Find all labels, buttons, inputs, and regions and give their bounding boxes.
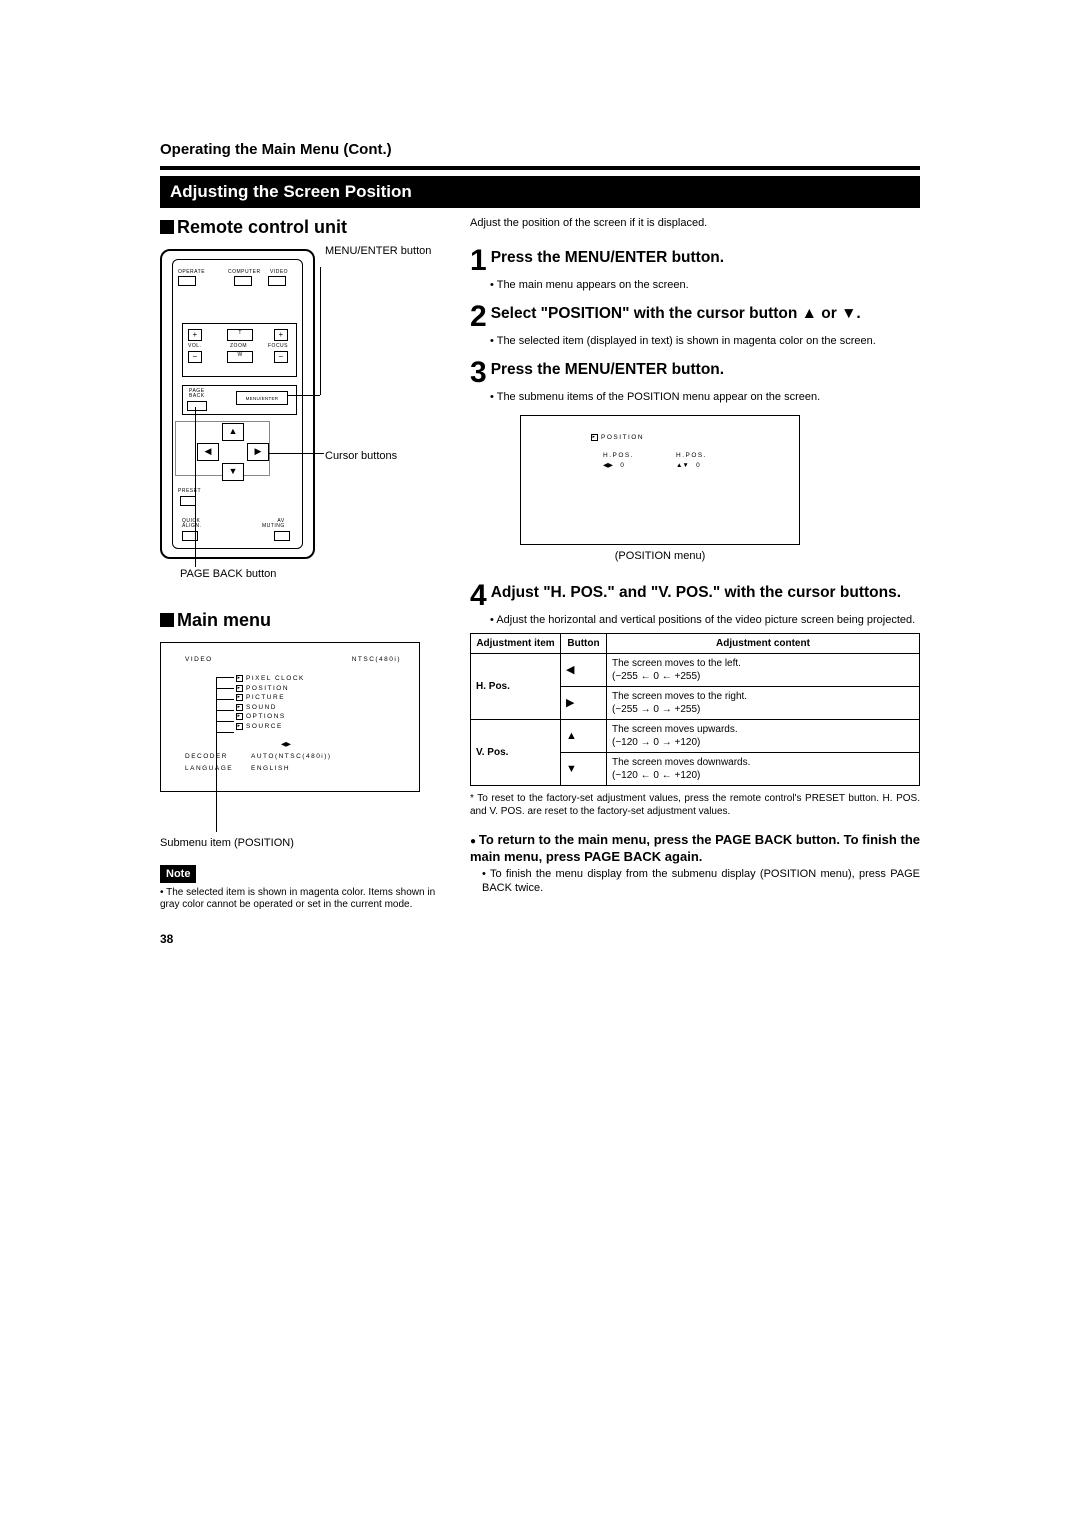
td-item: H. Pos.: [471, 654, 561, 720]
step-number: 3: [470, 358, 487, 388]
position-submenu-diagram: ▸POSITION H.POS. ◀▶ 0 H.POS. ▲▼ 0: [520, 415, 800, 545]
callout-cursor: Cursor buttons: [325, 449, 397, 463]
btn-menuenter: MENU/ENTER: [236, 391, 288, 405]
label-avmuting: AVMUTING: [262, 519, 285, 529]
label-preset: PRESET: [178, 488, 201, 495]
step-title: Press the MENU/ENTER button.: [491, 361, 724, 388]
label-quickalign: QUICKALIGN.: [182, 519, 201, 529]
td-content: The screen moves to the left. (−255 ← 0 …: [607, 654, 920, 687]
osd-item: PIXEL CLOCK: [246, 675, 305, 682]
remote-heading: Remote control unit: [160, 216, 450, 239]
step-number: 1: [470, 246, 487, 276]
th-button: Button: [561, 634, 607, 654]
btn-volminus: −: [188, 351, 202, 363]
btn-focusplus: +: [274, 329, 288, 341]
callout-menu-enter: MENU/ENTER button: [325, 245, 431, 258]
osd-header-left: VIDEO: [185, 656, 213, 664]
step-body: The selected item (displayed in text) is…: [490, 334, 920, 348]
return-body: To finish the menu display from the subm…: [482, 867, 920, 896]
page-number: 38: [160, 932, 920, 948]
td-btn: ◀: [561, 654, 607, 687]
btn-video: [268, 276, 286, 286]
btn-cursor-left: ◀: [197, 443, 219, 461]
osd-item: PICTURE: [246, 694, 285, 701]
step-title: Press the MENU/ENTER button.: [491, 249, 724, 276]
step-number: 4: [470, 581, 487, 611]
label-operate: OPERATE: [178, 269, 205, 276]
return-heading: To return to the main menu, press the PA…: [470, 832, 920, 866]
btn-operate: [178, 276, 196, 286]
label-pageback: PAGEBACK: [189, 389, 205, 399]
td-content: The screen moves upwards. (−120 → 0 → +1…: [607, 720, 920, 753]
th-content: Adjustment content: [607, 634, 920, 654]
note-label: Note: [160, 865, 196, 883]
adjustment-table: Adjustment item Button Adjustment conten…: [470, 633, 920, 786]
btn-computer: [234, 276, 252, 286]
osd-item: SOUND: [246, 704, 277, 711]
step-body: Adjust the horizontal and vertical posit…: [490, 613, 920, 627]
th-item: Adjustment item: [471, 634, 561, 654]
osd-language-value: ENGLISH: [251, 765, 290, 773]
osd-decoder-value: AUTO(NTSC(480i)): [251, 753, 332, 761]
callout-pageback: PAGE BACK button: [180, 567, 276, 581]
osd-header-right: NTSC(480i): [352, 656, 401, 664]
osd-item: POSITION: [246, 685, 289, 692]
note-text: • The selected item is shown in magenta …: [160, 887, 450, 912]
step-title: Select "POSITION" with the cursor button…: [491, 305, 861, 332]
step-body: The main menu appears on the screen.: [490, 278, 920, 292]
td-item: V. Pos.: [471, 720, 561, 786]
btn-cursor-up: ▲: [222, 423, 244, 441]
osd-arrows: ◀▶: [281, 741, 291, 749]
main-menu-osd: VIDEO NTSC(480i) ▸PIXEL CLOCK ▸POSITION …: [160, 642, 420, 792]
step-number: 2: [470, 302, 487, 332]
btn-zoom-w: W: [227, 351, 253, 363]
btn-pageback: [187, 401, 207, 411]
td-content: The screen moves downwards. (−120 ← 0 ← …: [607, 753, 920, 786]
td-btn: ▼: [561, 753, 607, 786]
osd-decoder-label: DECODER: [185, 753, 228, 761]
divider-stripe: [160, 166, 920, 170]
label-computer: COMPUTER: [228, 269, 261, 276]
osd-item: OPTIONS: [246, 713, 286, 720]
mainmenu-heading: Main menu: [160, 609, 450, 632]
label-vol: VOL.: [188, 343, 201, 350]
step-title: Adjust "H. POS." and "V. POS." with the …: [491, 584, 901, 611]
td-btn: ▶: [561, 687, 607, 720]
btn-focusminus: −: [274, 351, 288, 363]
position-menu-caption: (POSITION menu): [520, 549, 800, 563]
td-btn: ▲: [561, 720, 607, 753]
btn-preset: [180, 496, 196, 506]
osd-language-label: LANGUAGE: [185, 765, 233, 773]
label-video: VIDEO: [270, 269, 288, 276]
reset-note: * To reset to the factory-set adjustment…: [470, 792, 920, 818]
btn-volplus: +: [188, 329, 202, 341]
label-focus: FOCUS: [268, 343, 288, 350]
btn-zoom-t: T: [227, 329, 253, 341]
section-title-bar: Adjusting the Screen Position: [160, 176, 920, 208]
btn-cursor-right: ▶: [247, 443, 269, 461]
osd-item: SOURCE: [246, 723, 283, 730]
btn-cursor-down: ▼: [222, 463, 244, 481]
step-body: The submenu items of the POSITION menu a…: [490, 390, 920, 404]
breadcrumb-header: Operating the Main Menu (Cont.): [160, 140, 920, 160]
remote-control-diagram: OPERATE COMPUTER VIDEO + VOL. − T ZOOM W…: [160, 249, 315, 559]
td-content: The screen moves to the right. (−255 → 0…: [607, 687, 920, 720]
label-zoom: ZOOM: [230, 343, 247, 350]
callout-submenu: Submenu item (POSITION): [160, 836, 450, 850]
btn-avmuting: [274, 531, 290, 541]
intro-text: Adjust the position of the screen if it …: [470, 216, 920, 230]
